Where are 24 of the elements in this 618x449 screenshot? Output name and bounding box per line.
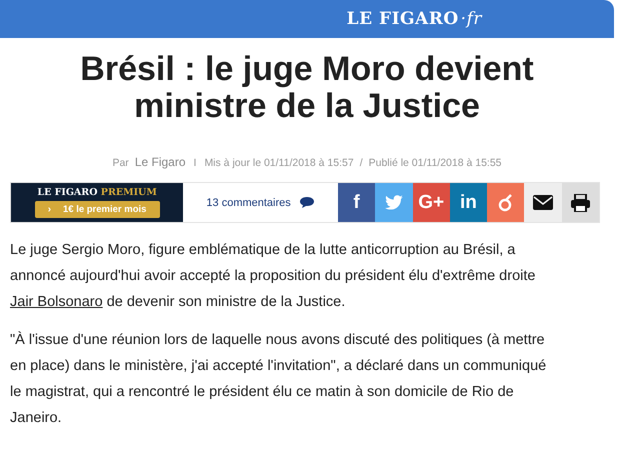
share-button[interactable] bbox=[524, 183, 562, 222]
article-title: Brésil : le juge Moro devient ministre de la Justice bbox=[79, 51, 535, 125]
speech-bubble-icon bbox=[298, 196, 315, 209]
share-button[interactable]: in bbox=[450, 183, 488, 222]
byline-separator: / bbox=[360, 157, 363, 169]
mail-icon bbox=[533, 195, 554, 210]
fruit-icon bbox=[498, 194, 514, 212]
share-button[interactable] bbox=[562, 183, 599, 222]
article-paragraph: Le juge Sergio Moro, figure emblématique de la lutte anticorruption au Brésil, a annoncé aujourd'hui avoir accepté la proposition du président élu d'extrême droite Jair Bolsonaro de devenir son ministre de la Justice. bbox=[10, 241, 536, 312]
premium-brand: LE FIGARO bbox=[37, 187, 98, 198]
share-button[interactable]: G+ bbox=[412, 183, 450, 222]
comments-link[interactable]: 13 commentaires bbox=[206, 196, 291, 208]
premium-label: PREMIUM bbox=[100, 187, 157, 198]
share-button[interactable]: f bbox=[338, 183, 376, 222]
updated-date: Mis à jour le 01/11/2018 à 15:57 bbox=[204, 157, 354, 169]
article-paragraph: "À l'issue d'une réunion lors de laquelle nous avons discuté des politiques (à mettre en place) dans le ministère, j'ai accepté l'invitation", a déclaré dans un communiqué le magistrat, qui a rencontré le président élu ce matin à son domicile de Rio de Janeiro. bbox=[10, 330, 548, 428]
published-date: Publié le 01/11/2018 à 15:55 bbox=[368, 157, 502, 169]
byline-separator: I bbox=[194, 157, 196, 169]
byline-prefix: Par bbox=[112, 157, 129, 169]
printer-icon bbox=[570, 194, 590, 212]
person-link[interactable]: Jair Bolsonaro bbox=[10, 294, 103, 310]
bird-icon bbox=[384, 194, 404, 210]
author-link[interactable]: Le Figaro bbox=[134, 155, 186, 169]
site-logo[interactable]: LE FIGARO·fr bbox=[346, 9, 482, 29]
